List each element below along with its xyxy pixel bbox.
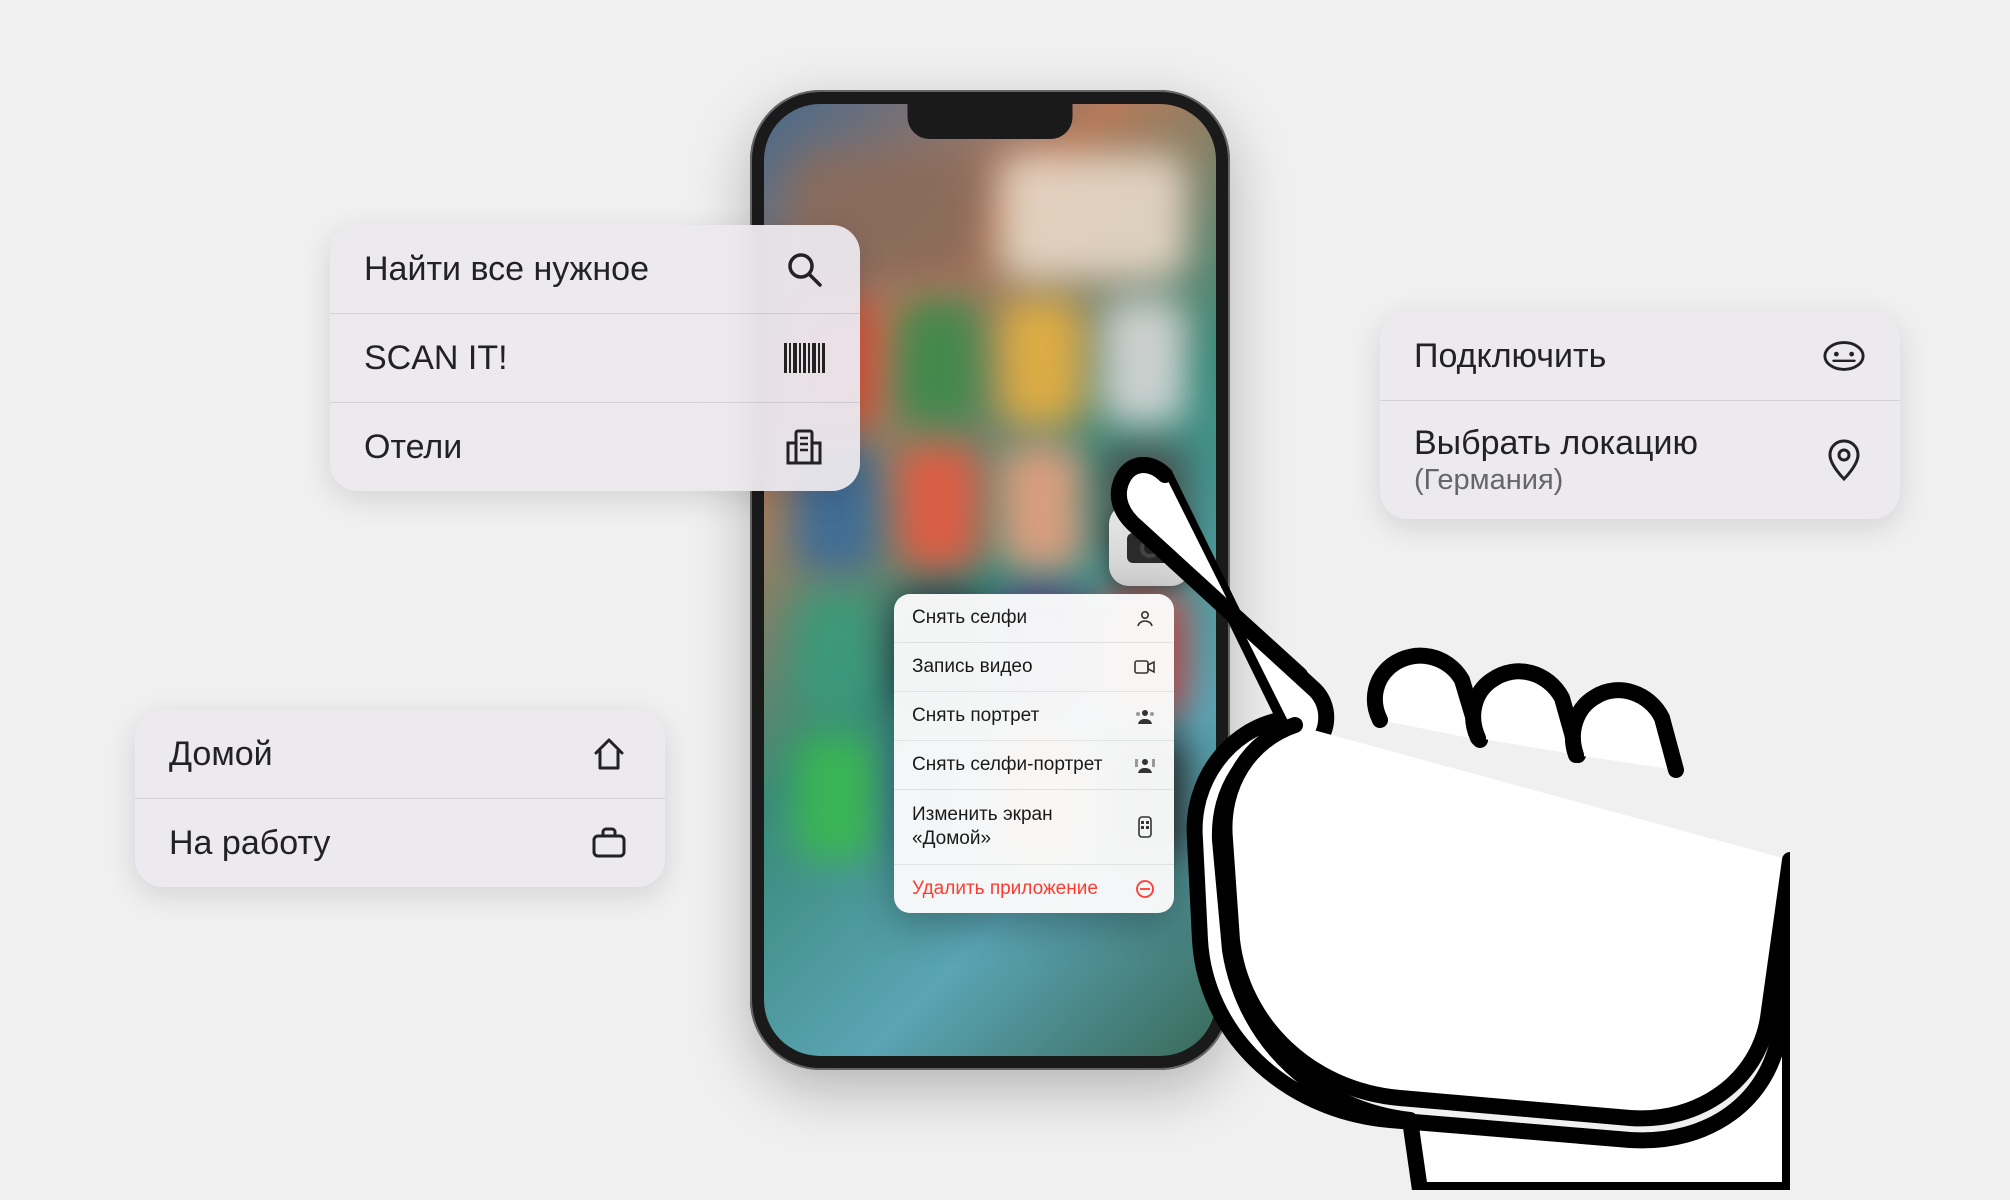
quick-action-find-all[interactable]: Найти все нужное [330, 225, 860, 314]
phone-notch [908, 104, 1073, 139]
quick-action-label: Домой [169, 734, 273, 775]
context-item-label: Запись видео [912, 656, 1134, 678]
quick-action-scan-it[interactable]: SCAN IT! [330, 314, 860, 403]
quick-action-label: Подключить [1414, 336, 1606, 377]
camera-icon [1125, 525, 1175, 565]
barcode-icon [782, 336, 826, 380]
quick-action-work[interactable]: На работу [135, 799, 665, 887]
context-item-label: Снять портрет [912, 705, 1134, 727]
context-item-edit-home[interactable]: Изменить экран «Домой» [894, 790, 1174, 865]
context-item-video[interactable]: Запись видео [894, 643, 1174, 692]
context-item-selfie-portrait[interactable]: Снять селфи-портрет [894, 741, 1174, 790]
pin-icon [1822, 438, 1866, 482]
quick-action-home[interactable]: Домой [135, 710, 665, 799]
quick-action-label: Выбрать локацию [1414, 424, 1698, 462]
portrait-icon [1134, 705, 1156, 727]
briefcase-icon [587, 821, 631, 865]
home-icon [587, 732, 631, 776]
context-item-label: Удалить приложение [912, 878, 1134, 900]
quick-action-label: На работу [169, 823, 330, 864]
quick-actions-card-routes: Домой На работу [135, 710, 665, 887]
quick-actions-card-search: Найти все нужное SCAN IT! Отели [330, 225, 860, 491]
building-icon [782, 425, 826, 469]
context-item-selfie[interactable]: Снять селфи [894, 594, 1174, 643]
vpn-face-icon [1822, 334, 1866, 378]
context-item-delete-app[interactable]: Удалить приложение [894, 865, 1174, 913]
context-item-label: Снять селфи [912, 607, 1134, 629]
context-item-label: Изменить экран «Домой» [912, 803, 1134, 851]
search-icon [782, 247, 826, 291]
quick-action-label: SCAN IT! [364, 338, 508, 379]
camera-context-menu: Снять селфи Запись видео Снять портрет С… [894, 594, 1174, 913]
quick-action-label: Найти все нужное [364, 249, 649, 290]
quick-action-connect[interactable]: Подключить [1380, 312, 1900, 401]
quick-action-choose-location[interactable]: Выбрать локацию (Германия) [1380, 401, 1900, 519]
quick-action-label: Отели [364, 427, 462, 468]
quick-actions-card-vpn: Подключить Выбрать локацию (Германия) [1380, 312, 1900, 519]
homescreen-icon [1134, 816, 1156, 838]
camera-app-icon[interactable] [1109, 504, 1191, 586]
quick-action-hotels[interactable]: Отели [330, 403, 860, 491]
remove-icon [1134, 878, 1156, 900]
selfie-portrait-icon [1134, 754, 1156, 776]
selfie-icon [1134, 607, 1156, 629]
context-item-portrait[interactable]: Снять портрет [894, 692, 1174, 741]
context-item-label: Снять селфи-портрет [912, 754, 1134, 776]
quick-action-sublabel: (Германия) [1414, 464, 1698, 497]
video-icon [1134, 656, 1156, 678]
